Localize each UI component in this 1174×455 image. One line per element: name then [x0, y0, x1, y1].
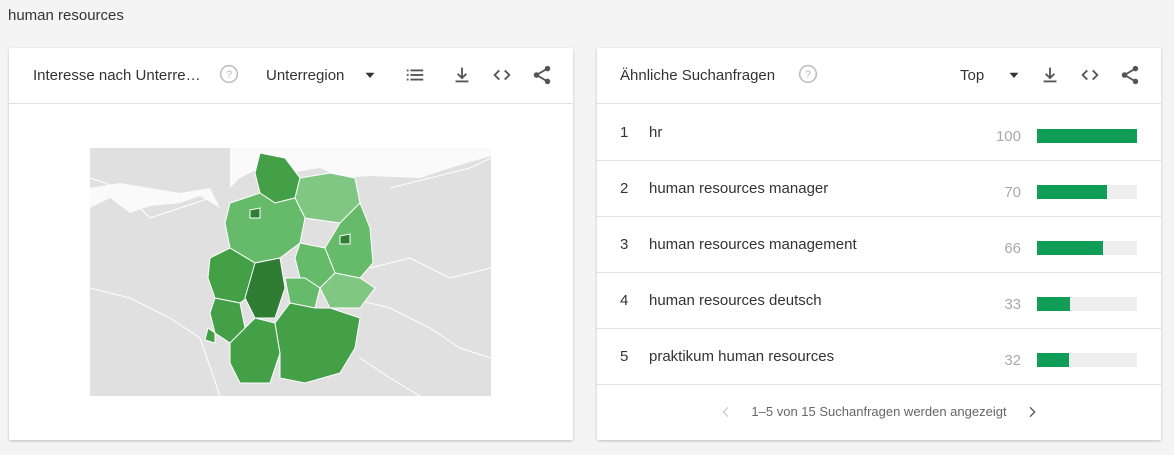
download-icon[interactable]: [1039, 64, 1061, 86]
row-value: 100: [995, 128, 1021, 145]
resolution-select[interactable]: Unterregion: [266, 67, 344, 84]
row-rank: 5: [620, 348, 629, 365]
value-bar: [1037, 241, 1137, 255]
row-rank: 3: [620, 236, 629, 253]
row-query[interactable]: human resources deutsch: [649, 292, 822, 309]
list-item[interactable]: 1 hr 100: [597, 104, 1161, 161]
row-query[interactable]: hr: [649, 124, 662, 141]
row-query[interactable]: human resources management: [649, 236, 857, 253]
sort-select[interactable]: Top: [960, 67, 984, 84]
chevron-left-icon[interactable]: [718, 404, 734, 420]
svg-text:?: ?: [805, 69, 811, 81]
value-bar-fill: [1037, 353, 1069, 367]
value-bar: [1037, 353, 1137, 367]
row-rank: 4: [620, 292, 629, 309]
region-bremen: [249, 207, 261, 219]
value-bar: [1037, 129, 1137, 143]
help-icon[interactable]: ?: [798, 64, 818, 84]
value-bar-fill: [1037, 241, 1103, 255]
value-bar: [1037, 297, 1137, 311]
share-icon[interactable]: [531, 64, 553, 86]
help-icon[interactable]: ?: [219, 64, 239, 84]
list-item[interactable]: 2 human resources manager 70: [597, 160, 1161, 217]
row-rank: 2: [620, 180, 629, 197]
list-item[interactable]: 3 human resources management 66: [597, 216, 1161, 273]
card-title: Ähnliche Suchanfragen: [620, 67, 776, 84]
list-item[interactable]: 5 praktikum human resources 32: [597, 328, 1161, 385]
share-icon[interactable]: [1119, 64, 1141, 86]
value-bar-fill: [1037, 297, 1070, 311]
download-icon[interactable]: [451, 64, 473, 86]
svg-text:?: ?: [226, 69, 232, 81]
value-bar: [1037, 185, 1137, 199]
row-value: 66: [1004, 240, 1021, 257]
row-value: 33: [1004, 296, 1021, 313]
card-header: Ähnliche Suchanfragen ? Top: [597, 48, 1161, 104]
chevron-down-icon[interactable]: [1005, 65, 1023, 85]
value-bar-fill: [1037, 185, 1107, 199]
list-item[interactable]: 4 human resources deutsch 33: [597, 272, 1161, 329]
germany-region-map[interactable]: [90, 148, 491, 396]
row-value: 32: [1004, 352, 1021, 369]
pagination-text: 1–5 von 15 Suchanfragen werden angezeigt: [751, 404, 1007, 420]
value-bar-fill: [1037, 129, 1137, 143]
row-value: 70: [1004, 184, 1021, 201]
pagination: 1–5 von 15 Suchanfragen werden angezeigt: [597, 403, 1161, 423]
card-title: Interesse nach Unterre…: [33, 67, 201, 84]
embed-icon[interactable]: [491, 64, 513, 86]
row-query[interactable]: human resources manager: [649, 180, 828, 197]
embed-icon[interactable]: [1079, 64, 1101, 86]
related-queries-card: Ähnliche Suchanfragen ? Top 1 hr 100 2 h…: [597, 48, 1161, 440]
chevron-down-icon[interactable]: [361, 65, 379, 85]
row-query[interactable]: praktikum human resources: [649, 348, 834, 365]
search-term: human resources: [8, 7, 124, 24]
region-interest-card: Interesse nach Unterre… ? Unterregion: [9, 48, 573, 440]
card-header: Interesse nach Unterre… ? Unterregion: [9, 48, 573, 104]
row-rank: 1: [620, 124, 629, 141]
chevron-right-icon[interactable]: [1024, 404, 1040, 420]
region-berlin: [339, 233, 351, 245]
list-icon[interactable]: [404, 64, 426, 86]
